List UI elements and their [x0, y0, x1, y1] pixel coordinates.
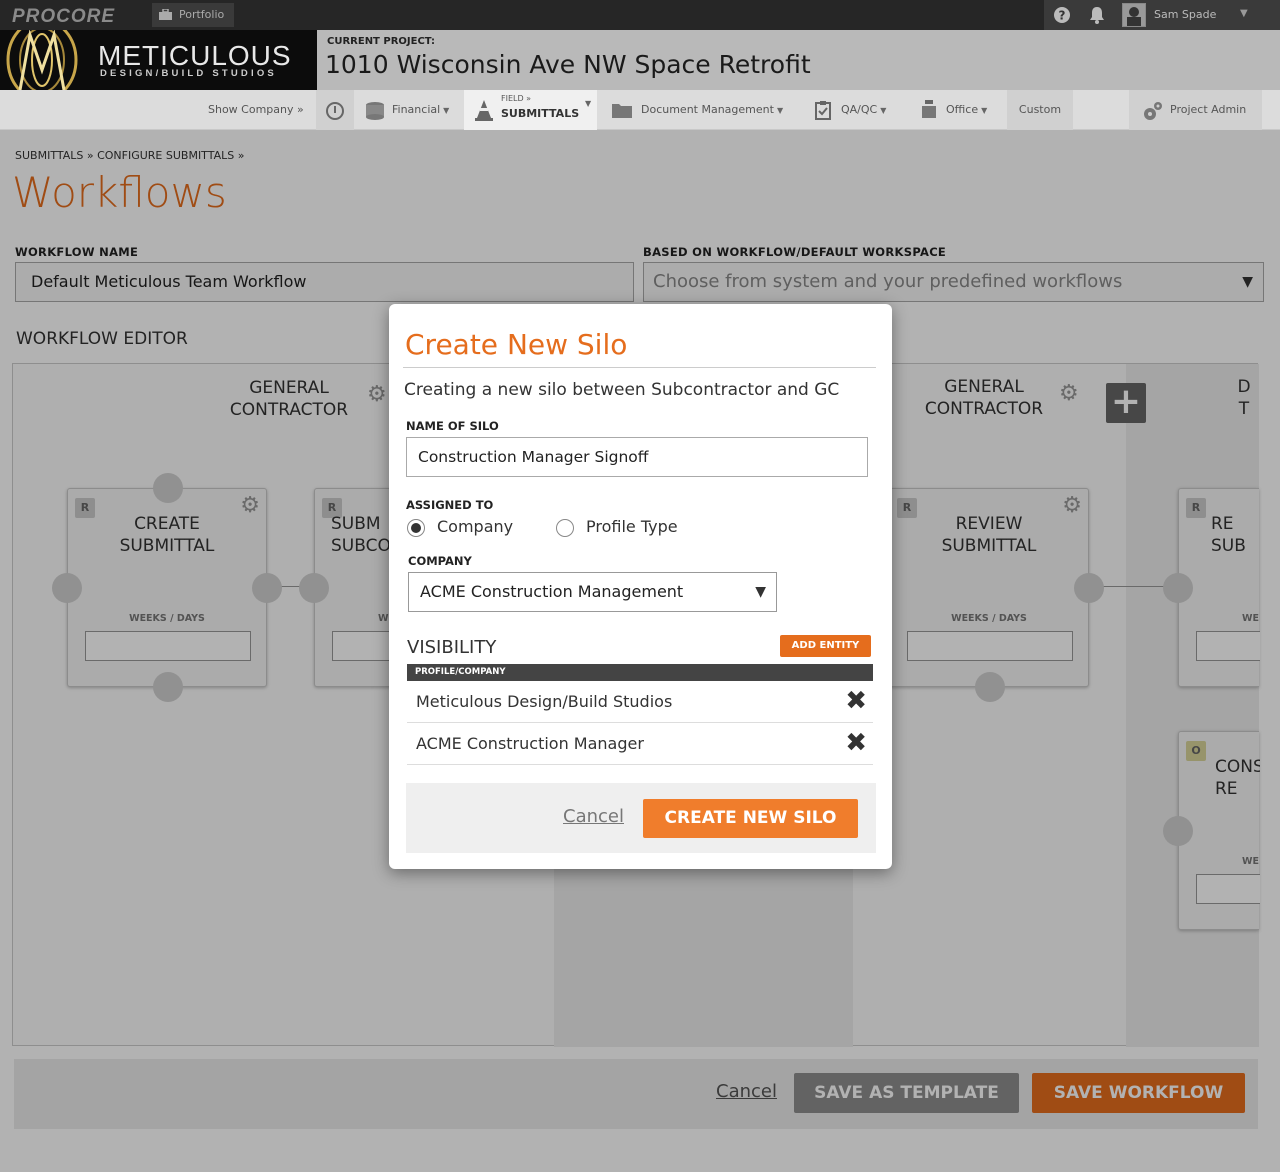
visibility-row-name: Meticulous Design/Build Studios — [416, 692, 673, 711]
nav-submittals: SUBMITTALS — [501, 107, 580, 120]
modal-cancel-link[interactable]: Cancel — [563, 806, 624, 827]
user-menu-caret-icon[interactable]: ▼ — [1240, 8, 1248, 19]
procore-logo[interactable]: PROCORE — [12, 6, 115, 28]
current-project-label: CURRENT PROJECT: — [327, 36, 436, 47]
nav-financial[interactable]: Financial ▼ — [364, 90, 449, 130]
portfolio-label: Portfolio — [179, 8, 225, 21]
coffee-pot-icon — [922, 100, 936, 118]
nav-financial-label: Financial — [392, 103, 441, 116]
radio-selected-dot — [411, 523, 421, 533]
brand-subtitle: DESIGN/BUILD STUDIOS — [100, 68, 277, 79]
svg-text:?: ? — [1059, 9, 1066, 23]
caret-down-icon: ▼ — [585, 99, 592, 108]
nav-project-admin-label: Project Admin — [1170, 103, 1247, 116]
radio-profile-type[interactable] — [556, 519, 574, 537]
visibility-title: VISIBILITY — [407, 637, 497, 658]
nav-info[interactable] — [316, 90, 354, 130]
main-nav: Show Company » Financial ▼ FIELD » SUBMIT… — [0, 90, 1280, 130]
silo-name-label: NAME OF SILO — [406, 419, 499, 433]
current-project-header: CURRENT PROJECT: 1010 Wisconsin Ave NW S… — [317, 30, 1280, 90]
add-entity-button[interactable]: ADD ENTITY — [780, 635, 871, 657]
clipboard-icon — [815, 101, 831, 120]
company-label: COMPANY — [408, 554, 472, 568]
remove-x-icon[interactable]: ✖ — [845, 681, 867, 721]
modal-description: Creating a new silo between Subcontracto… — [404, 380, 840, 400]
silo-name-input[interactable]: Construction Manager Signoff — [406, 437, 868, 477]
caret-down-icon: ▼ — [755, 584, 766, 600]
modal-title: Create New Silo — [405, 328, 628, 361]
project-name[interactable]: 1010 Wisconsin Ave NW Space Retrofit — [325, 50, 811, 79]
assigned-to-label: ASSIGNED TO — [406, 498, 494, 512]
nav-document-label: Document Management — [641, 103, 774, 116]
folder-icon — [612, 104, 632, 118]
nav-custom[interactable]: Custom — [1007, 90, 1073, 130]
remove-x-icon[interactable]: ✖ — [845, 723, 867, 763]
user-name[interactable]: Sam Spade — [1154, 8, 1216, 21]
nav-show-company[interactable]: Show Company » — [208, 90, 304, 130]
create-new-silo-button[interactable]: CREATE NEW SILO — [643, 799, 858, 838]
caret-down-icon: ▼ — [776, 106, 784, 115]
radio-profile-type-label[interactable]: Profile Type — [586, 517, 678, 536]
caret-down-icon: ▼ — [981, 106, 988, 115]
portfolio-button[interactable]: Portfolio — [152, 3, 234, 27]
nav-office[interactable]: Office ▼ — [920, 90, 987, 130]
avatar[interactable] — [1122, 3, 1146, 27]
visibility-row-name: ACME Construction Manager — [416, 734, 644, 753]
radio-company-label[interactable]: Company — [437, 517, 513, 536]
clock-icon — [326, 102, 344, 120]
radio-company[interactable] — [407, 519, 425, 537]
briefcase-icon — [159, 9, 172, 20]
traffic-cone-icon — [475, 100, 493, 121]
bell-icon[interactable] — [1088, 6, 1106, 24]
visibility-row: ACME Construction Manager ✖ — [407, 723, 873, 765]
coins-icon — [366, 102, 384, 120]
nav-field-submittals[interactable]: FIELD » SUBMITTALS ▼ — [464, 90, 597, 130]
nav-office-label: Office — [946, 103, 979, 116]
nav-project-admin[interactable]: Project Admin — [1129, 90, 1262, 130]
nav-document-management[interactable]: Document Management ▼ — [612, 90, 783, 130]
create-new-silo-modal: Create New Silo Creating a new silo betw… — [389, 304, 892, 869]
visibility-row: Meticulous Design/Build Studios ✖ — [407, 681, 873, 723]
company-select-value: ACME Construction Management — [420, 582, 684, 601]
nav-qaqc-label: QA/QC — [841, 103, 878, 116]
modal-divider — [403, 367, 876, 368]
help-icon[interactable]: ? — [1053, 6, 1071, 24]
company-select[interactable]: ACME Construction Management ▼ — [408, 572, 777, 612]
caret-down-icon: ▼ — [443, 106, 450, 115]
nav-qaqc[interactable]: QA/QC ▼ — [815, 90, 886, 130]
company-brand: METICULOUS DESIGN/BUILD STUDIOS — [0, 30, 317, 90]
caret-down-icon: ▼ — [880, 106, 887, 115]
visibility-table-header: PROFILE/COMPANY — [407, 664, 873, 681]
meticulous-logo-icon — [6, 30, 78, 90]
gears-icon — [1144, 102, 1162, 120]
